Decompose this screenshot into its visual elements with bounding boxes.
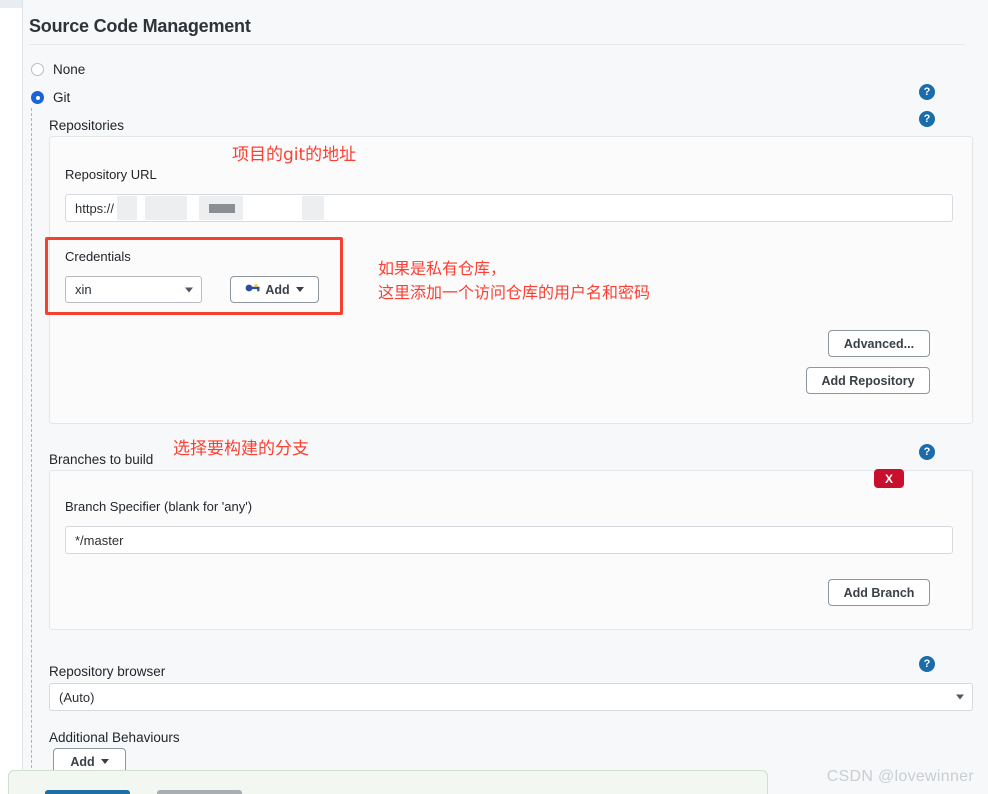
add-behaviour-label: Add [70,754,95,769]
page-title: Source Code Management [29,16,251,36]
help-icon-repository-browser[interactable]: ? [919,656,935,672]
url-redaction-5 [302,196,324,220]
add-repository-button[interactable]: Add Repository [806,367,930,394]
add-credentials-label: Add [265,282,290,297]
help-icon-repositories[interactable]: ? [919,111,935,127]
credentials-label: Credentials [65,249,131,264]
radio-option-git[interactable]: Git [31,90,70,105]
radio-none-label: None [53,62,86,77]
credentials-selected-value: xin [75,282,92,297]
apply-button[interactable] [157,790,242,794]
additional-behaviours-label: Additional Behaviours [49,730,180,745]
annotation-branches: 选择要构建的分支 [173,439,309,459]
save-button[interactable] [45,790,130,794]
chevron-down-icon-browser [956,694,964,700]
url-redaction-1 [117,196,137,220]
caret-down-icon-behaviour [100,759,109,764]
repositories-label: Repositories [49,118,125,133]
page-root: Source Code Management None Git ? ? ? ? … [0,0,988,794]
repository-browser-value: (Auto) [59,689,95,705]
advanced-button[interactable]: Advanced... [828,330,930,357]
radio-git-indicator [31,91,44,104]
branch-specifier-label: Branch Specifier (blank for 'any') [65,499,253,514]
branch-specifier-input[interactable]: */master [65,526,953,554]
annotation-repo-url: 项目的git的地址 [232,145,357,165]
url-redaction-4 [209,204,235,213]
credentials-select[interactable]: xin [65,276,202,303]
title-divider [29,44,965,45]
repository-browser-label: Repository browser [49,664,166,679]
watermark: CSDN @lovewinner [826,768,974,785]
window-top-strip-inner [22,0,988,8]
repository-browser-select[interactable]: (Auto) [49,683,973,711]
help-icon-branches[interactable]: ? [919,444,935,460]
branches-to-build-label: Branches to build [49,452,154,467]
caret-down-icon [295,287,304,292]
git-section-guide [31,108,32,788]
annotation-credentials-line2: 这里添加一个访问仓库的用户名和密码 [378,283,651,302]
delete-branch-button[interactable]: X [874,469,904,488]
chevron-down-icon [185,287,193,292]
add-credentials-button[interactable]: Add [230,276,319,303]
url-redaction-2 [145,196,187,220]
help-icon-git[interactable]: ? [919,84,935,100]
radio-option-none[interactable]: None [31,62,85,77]
scm-panel: Source Code Management None Git ? ? ? ? … [22,8,988,794]
add-branch-button[interactable]: Add Branch [828,579,930,606]
radio-none-indicator [31,63,44,76]
key-icon [245,282,261,297]
repository-url-label: Repository URL [65,167,157,182]
radio-git-label: Git [53,90,71,105]
annotation-credentials-line1: 如果是私有仓库， [378,259,507,278]
